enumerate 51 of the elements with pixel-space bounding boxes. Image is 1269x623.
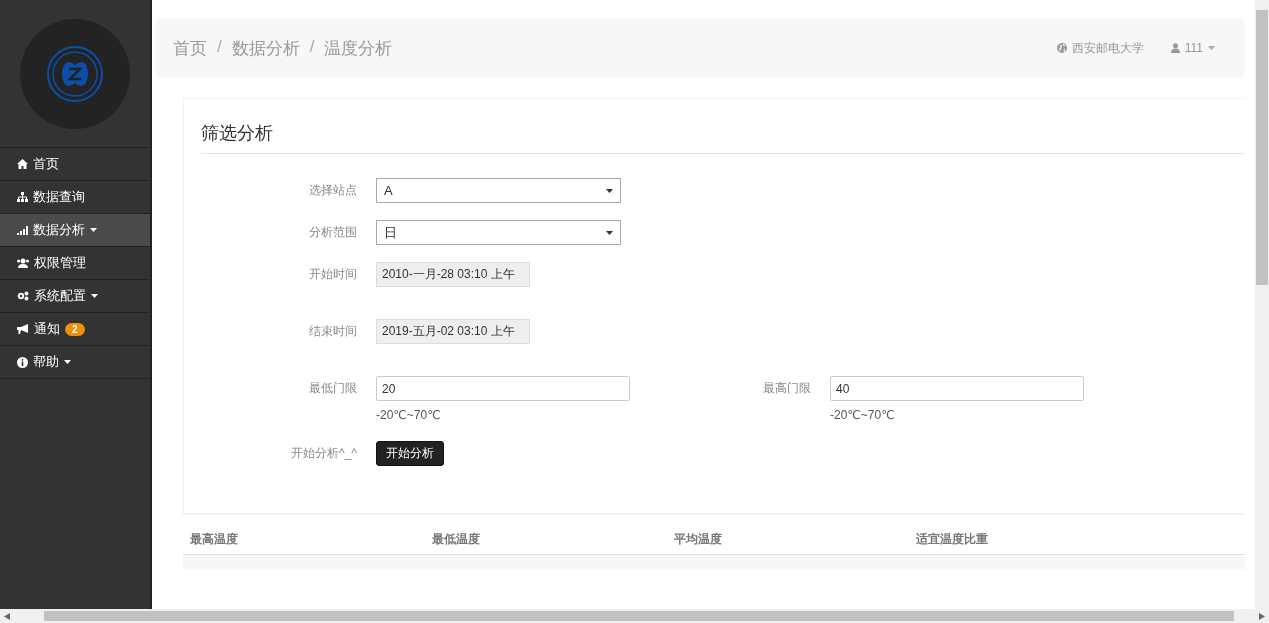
field-label: 最高门限 [762,380,811,397]
caret-icon [64,360,71,364]
column-header: 最低温度 [432,531,481,548]
menu-item[interactable]: 数据分析 [0,213,150,246]
user-icon [1170,43,1180,53]
range-hint: -20℃~70℃ [376,408,442,422]
caret-icon [1208,46,1215,50]
vertical-scrollbar[interactable] [1255,0,1269,609]
field-label: 最低门限 [308,380,357,397]
dropdown[interactable]: A [376,178,621,203]
menu-item[interactable]: 系统配置 [0,279,150,312]
column-header: 平均温度 [674,531,723,548]
info-icon [17,356,28,368]
caret-icon [90,228,97,232]
dropdown-arrow-icon [606,188,613,193]
signal-bars-icon [17,225,28,235]
menu-item[interactable]: 帮助 [0,345,150,379]
panel-title: 筛选分析 [201,121,1245,154]
scroll-right-icon[interactable] [1259,612,1265,620]
count-badge: 2 [65,322,85,336]
megaphone-icon [17,324,29,334]
menu-item[interactable]: 首页 [0,147,150,180]
input-field[interactable]: 40 [830,376,1084,401]
date-field[interactable]: 2019-五月-02 03:10 上午 [376,319,530,344]
column-header: 最高温度 [190,531,239,548]
users-icon [17,258,29,268]
dropdown-arrow-icon [606,230,613,235]
field-label: 开始分析^_^ [290,445,357,462]
dropdown[interactable]: 日 [376,220,621,245]
column-header: 适宜温度比重 [916,531,989,548]
range-hint: -20℃~70℃ [830,408,896,422]
date-field[interactable]: 2010-一月-28 03:10 上午 [376,262,530,287]
field-label: 开始时间 [308,266,357,283]
horizontal-scrollbar[interactable] [0,609,1269,623]
logo-icon [20,19,130,129]
home-icon [17,159,28,169]
organization-name: 西安邮电大学 [1071,39,1144,57]
field-label: 选择站点 [308,182,357,199]
input-field[interactable]: 20 [376,376,630,401]
field-label: 结束时间 [308,323,357,340]
sitemap-icon [17,192,28,202]
globe-icon [1056,43,1067,53]
menu-item[interactable]: 权限管理 [0,246,150,279]
breadcrumb-separator: / [217,36,222,58]
caret-icon [91,294,98,298]
menu-item[interactable]: 通知 2 [0,312,150,345]
scroll-left-icon[interactable] [4,612,10,620]
field-label: 分析范围 [308,224,357,241]
breadcrumb-separator: / [309,36,315,58]
start-analysis-button[interactable]: 开始分析 [376,441,444,466]
gears-icon [17,291,29,301]
